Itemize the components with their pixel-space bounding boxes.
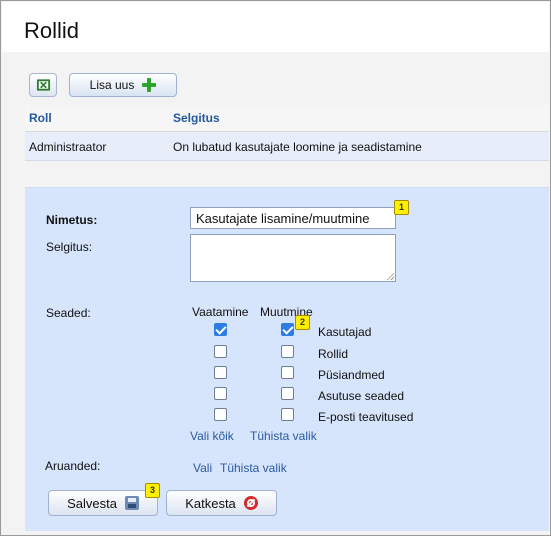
save-button-label: Salvesta: [67, 495, 117, 511]
resize-handle-icon[interactable]: [386, 272, 394, 280]
view-checkbox-email-notifications[interactable]: [214, 408, 227, 421]
page-title: Rollid: [24, 18, 80, 43]
edit-checkbox-users[interactable]: [281, 323, 294, 336]
permission-label-roles: Rollid: [318, 347, 349, 361]
column-role[interactable]: Roll: [29, 111, 52, 125]
view-checkbox-roles[interactable]: [214, 345, 227, 358]
edit-checkbox-roles[interactable]: [281, 345, 294, 358]
view-checkbox-users[interactable]: [214, 323, 227, 336]
permission-label-users: Kasutajad: [318, 325, 372, 339]
permission-label-master-data: Püsiandmed: [318, 368, 385, 382]
table-row[interactable]: Administraator On lubatud kasutajate loo…: [25, 132, 549, 161]
description-cell: On lubatud kasutajate loomine ja seadist…: [173, 140, 422, 154]
role-cell: Administraator: [29, 140, 107, 154]
save-icon: [124, 496, 139, 510]
roles-window: Rollid Lisa uus Roll Selgitus Administra…: [0, 0, 551, 536]
name-label: Nimetus:: [46, 213, 98, 227]
reports-select-link[interactable]: Vali: [193, 461, 212, 475]
excel-icon: [36, 79, 50, 91]
cancel-icon: [243, 496, 258, 510]
roles-table: Roll Selgitus Administraator On lubatud …: [25, 105, 549, 161]
clear-selection-link[interactable]: Tühista valik: [250, 429, 317, 443]
reports-label: Aruanded:: [45, 459, 101, 473]
save-button[interactable]: Salvesta: [48, 490, 158, 516]
cancel-button-label: Katkesta: [185, 495, 236, 511]
name-field[interactable]: [190, 207, 396, 229]
view-column-header: Vaatamine: [192, 305, 249, 319]
export-excel-button[interactable]: [29, 73, 57, 97]
select-all-link[interactable]: Vali kõik: [190, 429, 234, 443]
column-description[interactable]: Selgitus: [173, 111, 220, 125]
view-checkbox-organization-settings[interactable]: [214, 387, 227, 400]
annotation-badge-1: 1: [394, 200, 409, 215]
permission-label-organization-settings: Asutuse seaded: [318, 389, 405, 403]
view-checkbox-master-data[interactable]: [214, 366, 227, 379]
edit-checkbox-master-data[interactable]: [281, 366, 294, 379]
add-new-label: Lisa uus: [89, 78, 135, 92]
table-header: Roll Selgitus: [25, 105, 549, 132]
annotation-badge-3: 3: [145, 483, 160, 498]
edit-checkbox-organization-settings[interactable]: [281, 387, 294, 400]
add-new-button[interactable]: Lisa uus: [69, 73, 177, 97]
settings-label: Seaded:: [46, 306, 91, 320]
edit-checkbox-email-notifications[interactable]: [281, 408, 294, 421]
plus-icon: [142, 78, 157, 92]
description-field[interactable]: [190, 234, 396, 282]
reports-clear-link[interactable]: Tühista valik: [220, 461, 287, 475]
title-bar: Rollid: [2, 2, 549, 52]
annotation-badge-2: 2: [295, 315, 310, 330]
permission-label-email-notifications: E-posti teavitused: [318, 410, 414, 424]
cancel-button[interactable]: Katkesta: [166, 490, 277, 516]
description-label: Selgitus:: [46, 240, 93, 254]
